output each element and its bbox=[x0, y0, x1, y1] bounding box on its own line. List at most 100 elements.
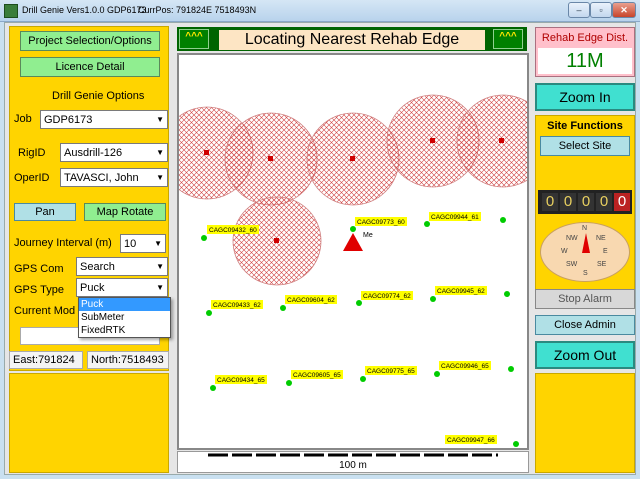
rehab-distance-value: 11M bbox=[538, 48, 632, 74]
drill-point[interactable] bbox=[434, 371, 440, 377]
job-label: Job bbox=[14, 113, 32, 125]
chevron-down-icon: ▼ bbox=[156, 115, 164, 124]
rig-value: Ausdrill-126 bbox=[64, 147, 123, 159]
gpstype-select[interactable]: Puck ▼ bbox=[76, 278, 168, 297]
rehab-zone bbox=[456, 94, 527, 188]
drill-point[interactable] bbox=[504, 291, 510, 297]
window-title: Drill Genie Vers1.0.0 GDP6173 bbox=[22, 5, 147, 15]
current-mode-label: Current Mod bbox=[14, 305, 76, 317]
pan-button[interactable]: Pan bbox=[14, 203, 76, 221]
chevron-down-icon: ▼ bbox=[156, 262, 164, 271]
point-label: CAGC09946_65 bbox=[441, 363, 489, 370]
rehab-zones bbox=[179, 94, 527, 286]
gpstype-dropdown-list[interactable]: Puck SubMeter FixedRTK bbox=[78, 297, 171, 338]
map-title: Locating Nearest Rehab Edge bbox=[219, 30, 485, 50]
point-label: CAGC09774_62 bbox=[363, 293, 411, 300]
scale-bar-graphic: 100 m bbox=[208, 453, 498, 471]
licence-detail-button[interactable]: Licence Detail bbox=[20, 57, 160, 77]
flag-right-icon: ^^^ bbox=[493, 29, 523, 49]
drill-point[interactable] bbox=[350, 226, 356, 232]
minimize-button[interactable]: – bbox=[568, 2, 590, 18]
point-label: CAGC09432_60 bbox=[209, 227, 257, 234]
oper-value: TAVASCI, John bbox=[64, 172, 139, 184]
job-value: GDP6173 bbox=[44, 114, 93, 126]
me-marker-icon bbox=[343, 233, 363, 251]
gpscom-select[interactable]: Search ▼ bbox=[76, 257, 168, 276]
map-view[interactable]: Me CAGC09432_60 CAGC09773_60 CAGC09944_6… bbox=[177, 53, 529, 450]
gpscom-value: Search bbox=[80, 261, 115, 273]
rehab-title: Rehab Edge Dist. bbox=[541, 32, 629, 44]
rehab-centre-marker bbox=[268, 156, 273, 161]
gpstype-option[interactable]: FixedRTK bbox=[79, 324, 170, 337]
counter-digit: 0 bbox=[578, 193, 594, 211]
gpstype-option[interactable]: SubMeter bbox=[79, 311, 170, 324]
counter-display: 0 0 0 0 0 bbox=[538, 190, 632, 214]
right-bottom-panel bbox=[535, 373, 635, 473]
rig-label: RigID bbox=[18, 147, 46, 159]
drill-point[interactable] bbox=[206, 310, 212, 316]
drill-point[interactable] bbox=[500, 217, 506, 223]
drill-point[interactable] bbox=[513, 441, 519, 447]
compass-icon: N NE E SE S SW W NW bbox=[540, 222, 630, 282]
job-select[interactable]: GDP6173 ▼ bbox=[40, 110, 168, 129]
project-selection-button[interactable]: Project Selection/Options bbox=[20, 31, 160, 51]
chevron-down-icon: ▼ bbox=[156, 148, 164, 157]
site-functions-title: Site Functions bbox=[547, 120, 623, 132]
stop-alarm-button[interactable]: Stop Alarm bbox=[535, 289, 635, 309]
gpstype-value: Puck bbox=[80, 282, 105, 294]
gpscom-label: GPS Com bbox=[14, 263, 64, 275]
drill-point[interactable] bbox=[280, 305, 286, 311]
drill-point[interactable] bbox=[201, 235, 207, 241]
gpstype-option[interactable]: Puck bbox=[79, 298, 170, 311]
map-rotate-button[interactable]: Map Rotate bbox=[84, 203, 166, 221]
point-label: CAGC09434_65 bbox=[217, 377, 265, 384]
zoom-in-button[interactable]: Zoom In bbox=[535, 83, 635, 111]
point-label: CAGC09433_62 bbox=[213, 302, 261, 309]
gpstype-label: GPS Type bbox=[14, 284, 64, 296]
drill-point[interactable] bbox=[430, 296, 436, 302]
drill-point[interactable] bbox=[360, 376, 366, 382]
site-functions-panel: Site Functions Select Site 0 0 0 0 0 N N… bbox=[535, 115, 635, 305]
map-canvas[interactable]: Me CAGC09432_60 CAGC09773_60 CAGC09944_6… bbox=[179, 55, 527, 448]
title-bar: Drill Genie Vers1.0.0 GDP6173 CurrPos: 7… bbox=[0, 0, 640, 22]
journey-value: 10 bbox=[124, 238, 137, 250]
point-label: CAGC09605_65 bbox=[293, 372, 341, 379]
journey-select[interactable]: 10 ▼ bbox=[120, 234, 166, 253]
rig-select[interactable]: Ausdrill-126 ▼ bbox=[60, 143, 168, 162]
drill-point[interactable] bbox=[508, 366, 514, 372]
point-label: CAGC09775_65 bbox=[367, 368, 415, 375]
select-site-button[interactable]: Select Site bbox=[540, 136, 630, 156]
rehab-distance-box: Rehab Edge Dist. 11M bbox=[535, 27, 635, 77]
scale-label: 100 m bbox=[339, 460, 367, 471]
left-bottom-panel bbox=[9, 373, 169, 473]
flag-left-icon: ^^^ bbox=[179, 29, 209, 49]
compass-needle-icon bbox=[582, 233, 590, 253]
maximize-button[interactable]: ▫ bbox=[590, 2, 612, 18]
drill-point[interactable] bbox=[424, 221, 430, 227]
chevron-down-icon: ▼ bbox=[154, 239, 162, 248]
oper-select[interactable]: TAVASCI, John ▼ bbox=[60, 168, 168, 187]
east-coordinate: East:791824 bbox=[9, 351, 83, 369]
rehab-centre-marker bbox=[430, 138, 435, 143]
close-window-button[interactable]: ✕ bbox=[612, 2, 636, 18]
journey-label: Journey Interval (m) bbox=[14, 237, 112, 249]
map-header: ^^^ Locating Nearest Rehab Edge ^^^ bbox=[177, 27, 527, 51]
drill-point[interactable] bbox=[210, 385, 216, 391]
rehab-centre-marker bbox=[350, 156, 355, 161]
counter-digit: 0 bbox=[542, 193, 558, 211]
point-label: CAGC09947_66 bbox=[447, 437, 495, 444]
app-client-area: Project Selection/Options Licence Detail… bbox=[4, 22, 636, 475]
current-position: CurrPos: 791824E 7518493N bbox=[138, 5, 257, 15]
drill-point[interactable] bbox=[286, 380, 292, 386]
rehab-centre-marker bbox=[499, 138, 504, 143]
close-admin-button[interactable]: Close Admin bbox=[535, 315, 635, 335]
point-label: CAGC09944_61 bbox=[431, 214, 479, 221]
rehab-centre-marker bbox=[274, 238, 279, 243]
point-label: CAGC09604_62 bbox=[287, 297, 335, 304]
options-title: Drill Genie Options bbox=[52, 90, 145, 102]
point-label: CAGC09945_62 bbox=[437, 288, 485, 295]
counter-digit: 0 bbox=[560, 193, 576, 211]
zoom-out-button[interactable]: Zoom Out bbox=[535, 341, 635, 369]
drill-point[interactable] bbox=[356, 300, 362, 306]
counter-digit: 0 bbox=[614, 193, 630, 211]
